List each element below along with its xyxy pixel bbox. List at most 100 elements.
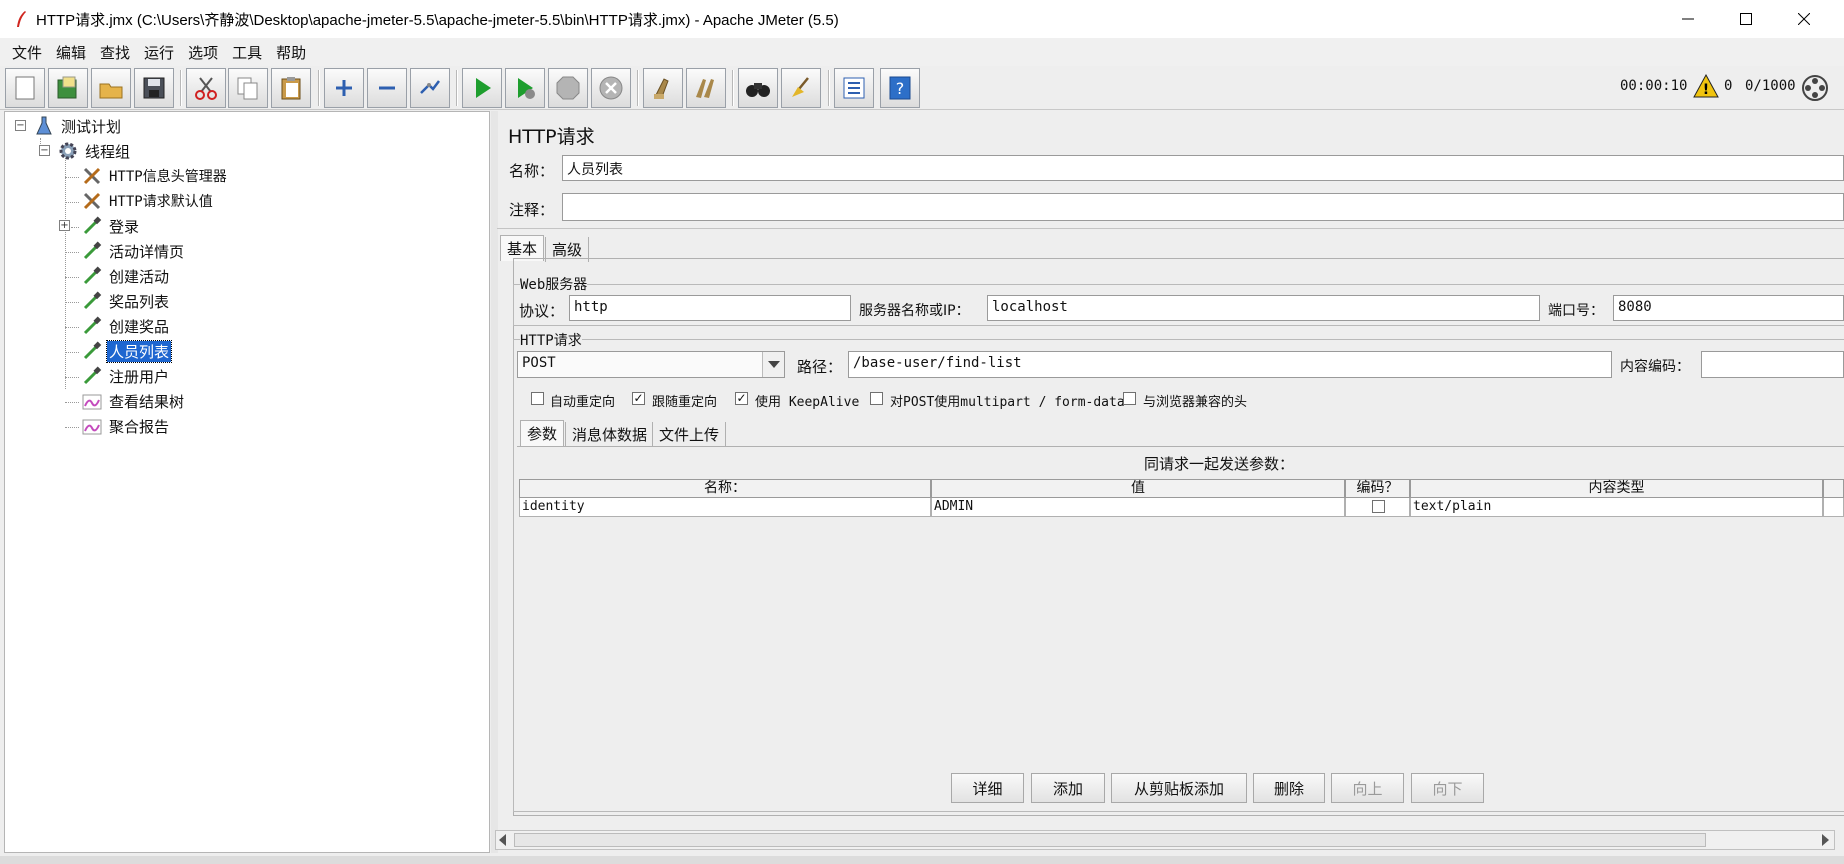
warning-count: 0 <box>1724 78 1733 94</box>
add-from-clipboard-button[interactable]: 从剪贴板添加 <box>1111 773 1247 803</box>
collapse-button[interactable] <box>367 68 407 108</box>
server-field[interactable]: localhost <box>987 295 1540 321</box>
col-header-content-type[interactable]: 内容类型 <box>1410 479 1823 498</box>
col-header-encode[interactable]: 编码？ <box>1345 479 1410 498</box>
port-label: 端口号： <box>1548 303 1604 319</box>
move-down-button[interactable]: 向下 <box>1411 773 1484 803</box>
protocol-field[interactable]: http <box>569 295 851 321</box>
close-button[interactable] <box>1775 0 1833 38</box>
root-collapse-toggle[interactable]: − <box>15 120 26 131</box>
expand-button[interactable] <box>324 68 364 108</box>
shutdown-button[interactable] <box>591 68 631 108</box>
tab-parameters[interactable]: 参数 <box>520 420 565 446</box>
stop-button[interactable] <box>548 68 588 108</box>
tree-node-prize-list[interactable]: 奖品列表 <box>81 290 171 312</box>
tree-node-header-manager[interactable]: HTTP信息头管理器 <box>81 165 229 187</box>
path-field[interactable]: /base-user/find-list <box>848 351 1612 378</box>
chevron-down-icon[interactable] <box>762 352 784 377</box>
table-cell-value[interactable]: ADMIN <box>931 498 1345 517</box>
tree-node-login[interactable]: 登录 <box>81 215 141 237</box>
encoding-field[interactable] <box>1701 351 1844 378</box>
tree-node-thread-group[interactable]: 线程组 <box>57 140 132 162</box>
follow-redirect-checkbox[interactable]: ✓ <box>632 392 645 405</box>
tree-node-activity-detail[interactable]: 活动详情页 <box>81 240 186 262</box>
toggle-button[interactable] <box>410 68 450 108</box>
tab-file-upload[interactable]: 文件上传 <box>652 422 727 447</box>
menu-options[interactable]: 选项 <box>182 42 226 63</box>
detail-button[interactable]: 详细 <box>951 773 1024 803</box>
paste-button[interactable] <box>271 68 311 108</box>
thread-count: 0/1000 <box>1745 78 1796 94</box>
pipette-icon <box>81 340 103 362</box>
start-icon <box>476 78 491 98</box>
tab-body-data[interactable]: 消息体数据 <box>565 422 654 447</box>
path-label: 路径： <box>797 358 843 376</box>
col-header-value[interactable]: 值 <box>931 479 1345 498</box>
menu-help[interactable]: 帮助 <box>270 42 314 63</box>
table-cell-content-type[interactable]: text/plain <box>1410 498 1823 517</box>
clear-all-button[interactable] <box>686 68 726 108</box>
horizontal-scrollbar[interactable] <box>495 830 1835 850</box>
save-icon <box>143 77 165 99</box>
scroll-left-icon[interactable] <box>498 834 508 850</box>
jmeter-feather-icon <box>10 8 32 30</box>
pipette-icon <box>81 215 103 237</box>
open-button[interactable] <box>91 68 131 108</box>
auto-redirect-checkbox[interactable] <box>531 392 544 405</box>
encode-checkbox[interactable] <box>1372 500 1385 513</box>
maximize-button[interactable] <box>1717 0 1775 38</box>
start-button[interactable] <box>462 68 502 108</box>
tree-node-create-prize[interactable]: 创建奖品 <box>81 315 171 337</box>
multipart-label: 对POST使用multipart / form-data <box>890 395 1125 410</box>
minimize-button[interactable] <box>1659 0 1717 38</box>
graph-icon <box>81 390 103 412</box>
menu-run[interactable]: 运行 <box>138 42 182 63</box>
templates-button[interactable] <box>48 68 88 108</box>
warning-icon[interactable]: ! <box>1693 73 1719 102</box>
comment-field[interactable] <box>562 193 1844 221</box>
login-expand-toggle[interactable]: + <box>59 220 70 231</box>
cut-button[interactable] <box>186 68 226 108</box>
menu-file[interactable]: 文件 <box>6 42 50 63</box>
help-button[interactable]: ? <box>880 68 920 108</box>
clear-button[interactable] <box>643 68 683 108</box>
reset-search-button[interactable] <box>781 68 821 108</box>
new-button[interactable] <box>5 68 45 108</box>
table-cell-encode[interactable] <box>1345 498 1410 517</box>
tree-node-test-plan[interactable]: 测试计划 <box>33 115 123 137</box>
tree-node-aggregate-report[interactable]: 聚合报告 <box>81 415 171 437</box>
flask-icon <box>33 115 55 137</box>
panel-splitter[interactable] <box>491 111 498 853</box>
scroll-right-icon[interactable] <box>1820 834 1830 850</box>
menu-edit[interactable]: 编辑 <box>50 42 94 63</box>
browser-headers-checkbox[interactable] <box>1123 392 1136 405</box>
method-select[interactable]: POST <box>517 351 785 378</box>
delete-button[interactable]: 删除 <box>1253 773 1325 803</box>
tree-node-result-tree[interactable]: 查看结果树 <box>81 390 186 412</box>
move-up-button[interactable]: 向上 <box>1331 773 1404 803</box>
thread-group-collapse-toggle[interactable]: − <box>39 145 50 156</box>
toggle-icon <box>420 80 440 94</box>
copy-button[interactable] <box>228 68 268 108</box>
tree-node-request-defaults[interactable]: HTTP请求默认值 <box>81 190 215 212</box>
save-button[interactable] <box>134 68 174 108</box>
tree-node-user-list[interactable]: 人员列表 <box>81 339 173 363</box>
add-button[interactable]: 添加 <box>1031 773 1105 803</box>
scroll-thumb[interactable] <box>514 833 1706 847</box>
title-bar: HTTP请求.jmx (C:\Users\齐静波\Desktop\apache-… <box>0 0 1844 38</box>
table-cell-extra <box>1823 498 1844 517</box>
search-button[interactable] <box>738 68 778 108</box>
port-field[interactable]: 8080 <box>1613 295 1844 321</box>
tree-node-register-user[interactable]: 注册用户 <box>81 365 171 387</box>
keepalive-checkbox[interactable]: ✓ <box>735 392 748 405</box>
col-header-name[interactable]: 名称： <box>519 479 931 498</box>
pipette-icon <box>81 265 103 287</box>
name-field[interactable]: 人员列表 <box>562 155 1844 181</box>
menu-tools[interactable]: 工具 <box>226 42 270 63</box>
start-no-pause-button[interactable] <box>505 68 545 108</box>
multipart-checkbox[interactable] <box>870 392 883 405</box>
menu-search[interactable]: 查找 <box>94 42 138 63</box>
function-helper-button[interactable] <box>834 68 874 108</box>
table-cell-name[interactable]: identity <box>519 498 931 517</box>
tree-node-create-activity[interactable]: 创建活动 <box>81 265 171 287</box>
